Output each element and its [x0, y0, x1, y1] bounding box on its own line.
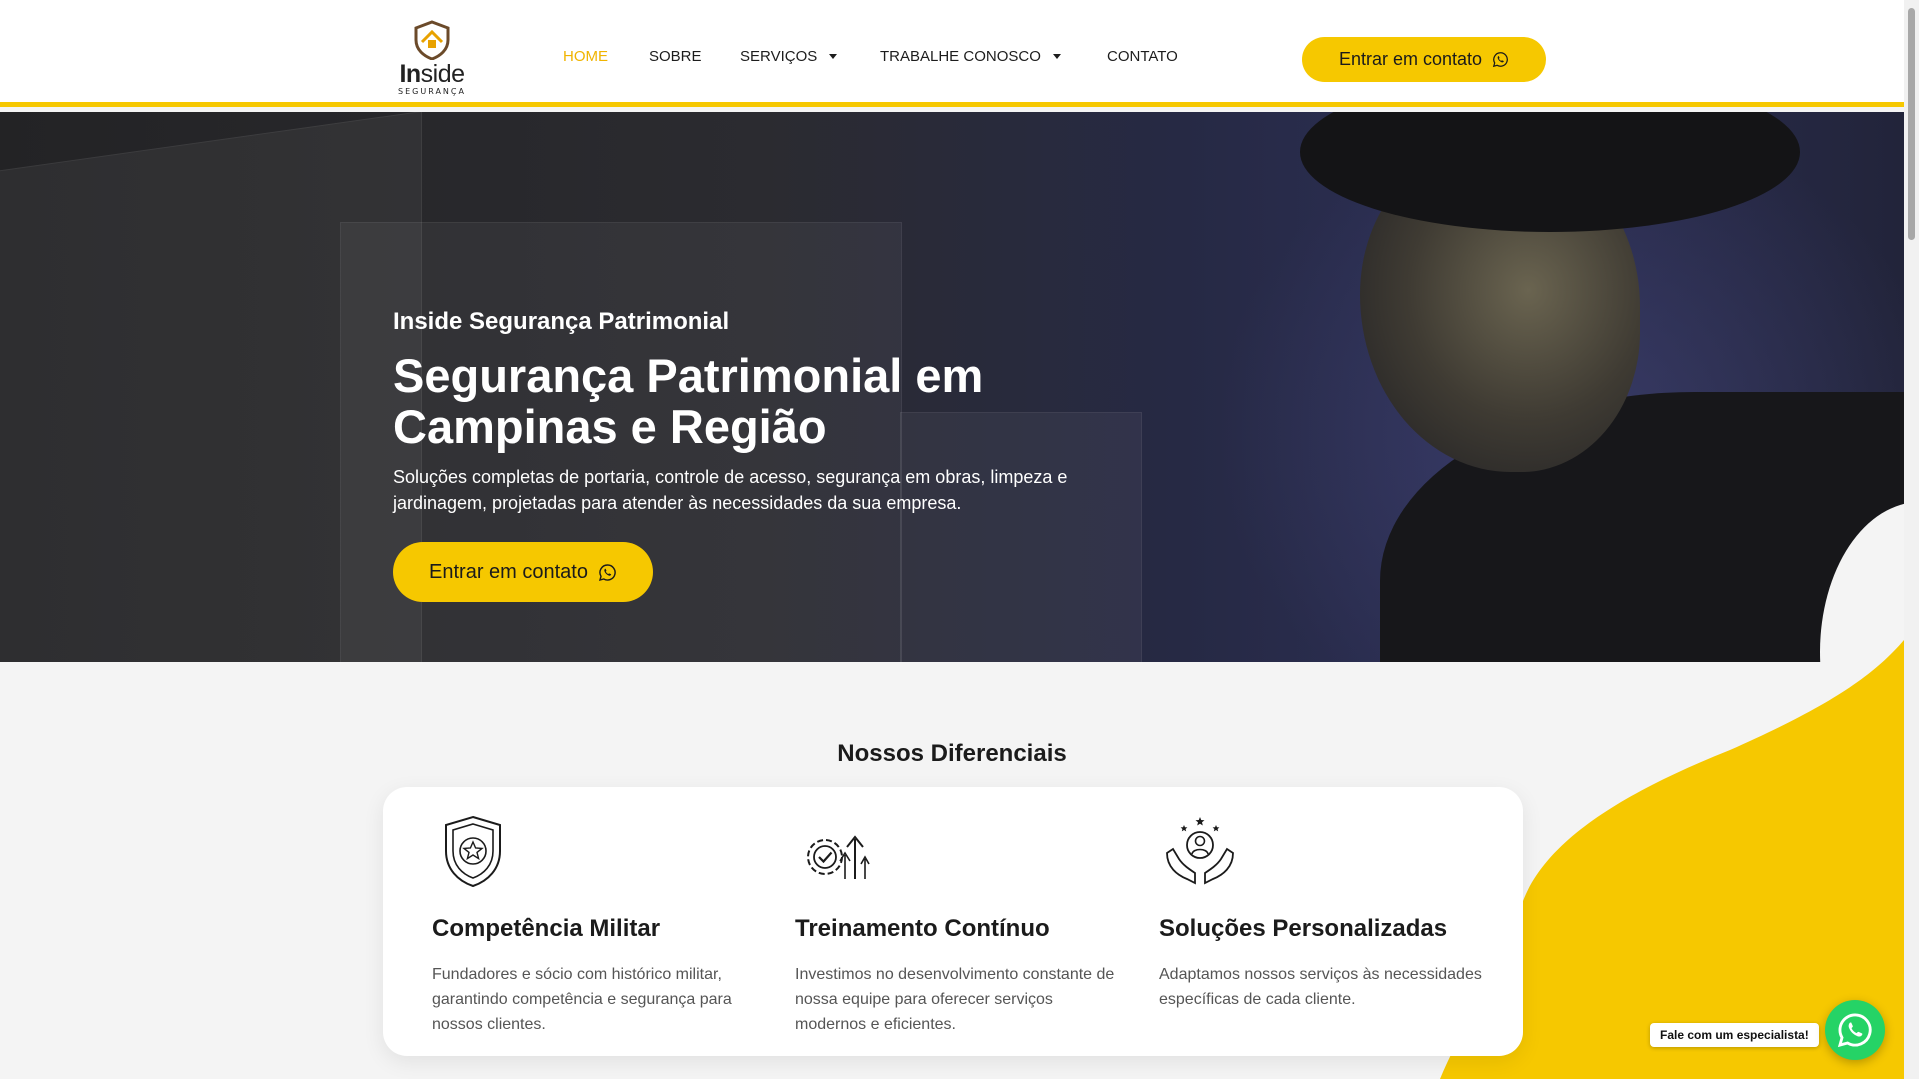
hero-contact-button[interactable]: Entrar em contato — [393, 542, 653, 602]
hero-description: Soluções completas de portaria, controle… — [393, 467, 1068, 513]
scrollbar-thumb[interactable] — [1908, 8, 1915, 240]
feature-description: Investimos no desenvolvimento constante … — [795, 966, 1115, 1033]
feature-title: Treinamento Contínuo — [795, 915, 1050, 942]
whatsapp-icon — [1837, 1013, 1872, 1048]
nav-servicos-label: SERVIÇOS — [740, 48, 818, 65]
nav-home[interactable]: HOME — [563, 48, 608, 65]
page-scrollbar[interactable] — [1904, 0, 1919, 1079]
nav-servicos[interactable]: SERVIÇOS — [740, 48, 838, 65]
feature-item: Treinamento Contínuo Investimos no desen… — [795, 787, 1125, 1056]
feature-title: Soluções Personalizadas — [1159, 915, 1448, 942]
whatsapp-tooltip-label[interactable]: Fale com um especialista! — [1650, 1023, 1819, 1047]
chevron-down-icon — [829, 54, 838, 59]
nav-contato[interactable]: CONTATO — [1107, 48, 1178, 65]
site-header: Inside SEGURANÇA HOME SOBRE SERVIÇOS TRA… — [0, 0, 1904, 107]
nav-home-label: HOME — [563, 48, 608, 65]
feature-title: Competência Militar — [432, 915, 661, 942]
whatsapp-float-button[interactable] — [1825, 1000, 1885, 1060]
hero-title: Segurança Patrimonial em Campinas e Regi… — [393, 349, 984, 453]
logo-tagline: SEGURANÇA — [398, 87, 466, 96]
police-badge-icon — [445, 815, 501, 888]
nav-trabalhe-conosco[interactable]: TRABALHE CONOSCO — [880, 48, 1061, 65]
nav-trabalhe-conosco-label: TRABALHE CONOSCO — [880, 48, 1041, 65]
header-contact-label: Entrar em contato — [1338, 49, 1483, 69]
feature-description: Adaptamos nossos serviços às necessidade… — [1159, 966, 1482, 1008]
nav-sobre-label: SOBRE — [649, 48, 702, 65]
hero-kicker: Inside Segurança Patrimonial — [393, 308, 730, 335]
whatsapp-icon — [598, 563, 616, 581]
hero-contact-label: Entrar em contato — [429, 560, 588, 583]
gear-growth-icon — [807, 835, 870, 879]
section-title: Nossos Diferenciais — [837, 740, 1067, 767]
feature-description: Fundadores e sócio com histórico militar… — [432, 966, 732, 1033]
features-card: Competência Militar Fundadores e sócio c… — [383, 787, 1523, 1056]
chevron-down-icon — [1052, 54, 1061, 59]
nav-sobre[interactable]: SOBRE — [649, 48, 702, 65]
header-contact-button[interactable]: Entrar em contato — [1302, 37, 1546, 82]
feature-item: Soluções Personalizadas Adaptamos nossos… — [1159, 787, 1489, 1056]
whatsapp-icon — [1492, 52, 1508, 68]
hands-person-icon — [1166, 817, 1234, 885]
main-nav: HOME SOBRE SERVIÇOS TRABALHE CONOSCO CON… — [0, 48, 1300, 68]
guard-cap-shape — [1300, 112, 1800, 232]
feature-item: Competência Militar Fundadores e sócio c… — [432, 787, 762, 1056]
nav-contato-label: CONTATO — [1107, 48, 1178, 65]
